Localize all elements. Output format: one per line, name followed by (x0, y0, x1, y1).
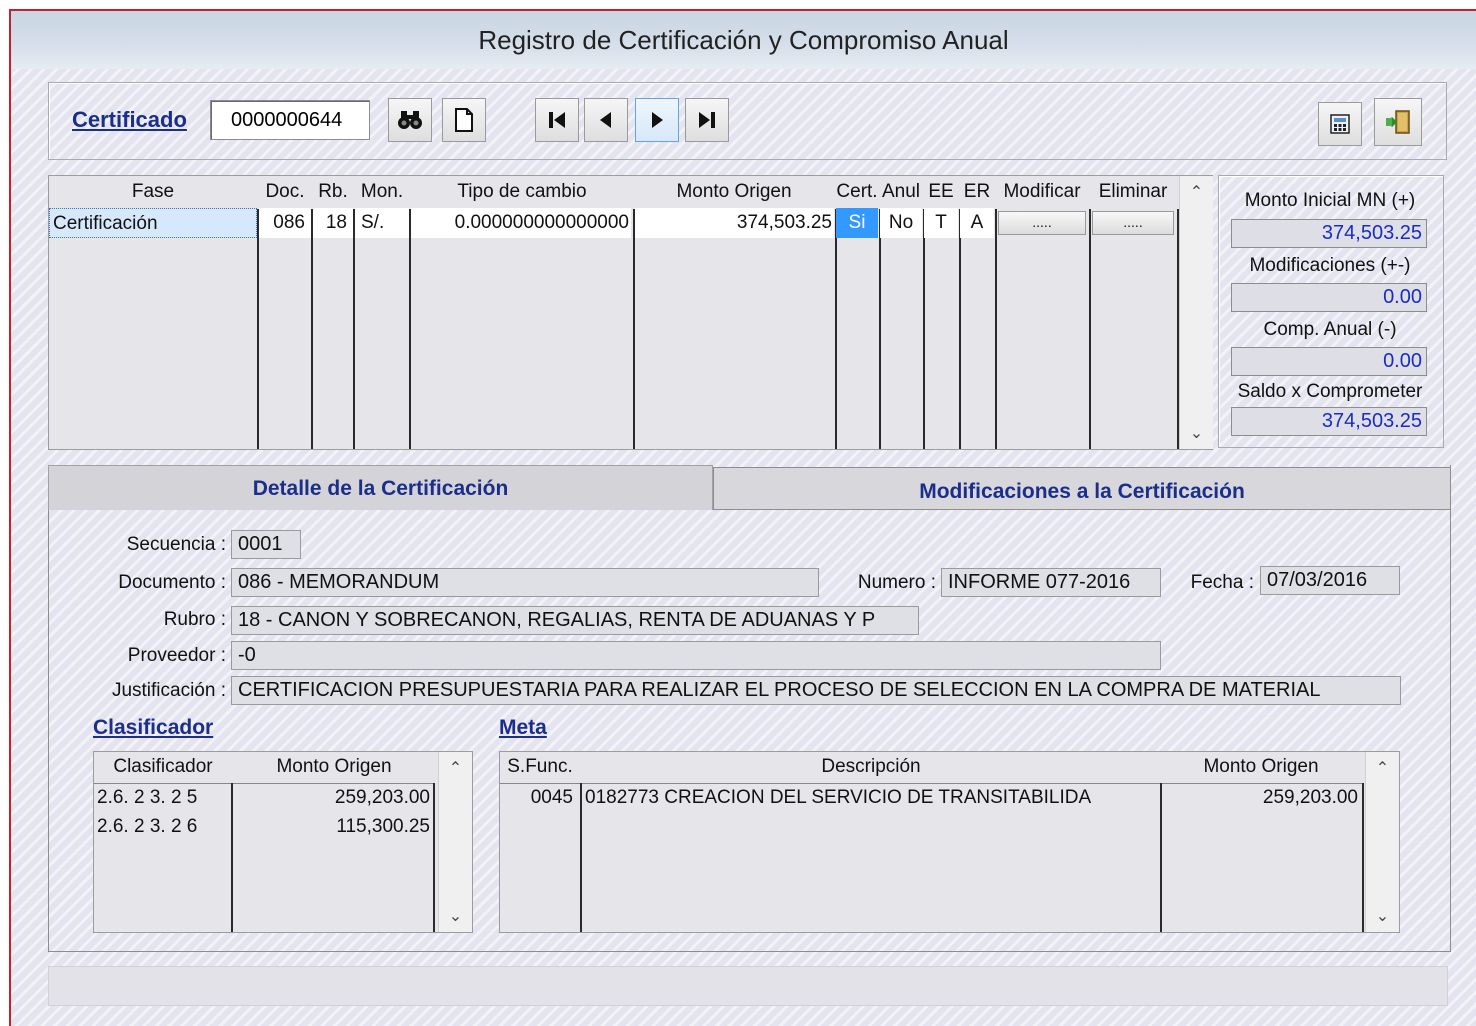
next-icon (652, 112, 663, 128)
scroll-up-icon[interactable]: ⌃ (1366, 758, 1399, 778)
cell-anul[interactable]: No (880, 208, 922, 238)
meta-grid: S.Func. Descripción Monto Origen ⌃ ⌄ (499, 751, 1400, 933)
secuencia-label: Secuencia : (126, 534, 226, 555)
proveedor-field[interactable]: -0 (231, 641, 1161, 670)
cell-tipo-cambio[interactable]: 0.000000000000000 (411, 208, 631, 238)
col-header-doc[interactable]: Doc. (257, 176, 313, 208)
new-document-button[interactable] (442, 98, 486, 142)
col-header-cert[interactable]: Cert. (835, 176, 879, 208)
window-title: Registro de Certificación y Compromiso A… (11, 11, 1476, 69)
documento-field[interactable]: 086 - MEMORANDUM (231, 568, 819, 597)
first-icon (549, 112, 565, 128)
meta-link[interactable]: Meta (499, 716, 547, 740)
meta-sfunc[interactable]: 0045 (503, 784, 573, 812)
scroll-down-icon[interactable]: ⌄ (1366, 906, 1399, 926)
cell-fase[interactable]: Certificación (49, 208, 257, 238)
clasificador-grid: Clasificador Monto Origen ⌃ ⌄ (93, 751, 473, 933)
cell-er[interactable]: A (960, 208, 994, 238)
clasificador-codigo[interactable]: 2.6. 2 3. 2 6 (97, 813, 197, 841)
clasificador-monto[interactable]: 259,203.00 (233, 784, 430, 812)
new-document-icon (455, 108, 473, 132)
col-header-monto-origen[interactable]: Monto Origen (234, 752, 434, 782)
first-record-button[interactable] (535, 98, 579, 142)
cell-monto-origen[interactable]: 374,503.25 (635, 208, 834, 238)
modificar-button[interactable]: ..... (998, 211, 1086, 235)
col-header-rb[interactable]: Rb. (313, 176, 353, 208)
rubro-label: Rubro : (163, 609, 226, 630)
col-header-fase[interactable]: Fase (49, 176, 257, 208)
numero-field[interactable]: INFORME 077-2016 (941, 568, 1161, 597)
last-record-button[interactable] (685, 98, 729, 142)
documento-label: Documento : (118, 572, 226, 593)
col-header-mon[interactable]: Mon. (353, 176, 411, 208)
tab-modificaciones[interactable]: Modificaciones a la Certificación (713, 467, 1451, 510)
clasificador-link[interactable]: Clasificador (93, 716, 213, 740)
exit-button[interactable] (1374, 98, 1422, 146)
col-header-monto-origen[interactable]: Monto Origen (633, 176, 835, 208)
rubro-field[interactable]: 18 - CANON Y SOBRECANON, REGALIAS, RENTA… (231, 606, 919, 635)
monto-inicial-value: 374,503.25 (1231, 219, 1427, 248)
col-header-clasificador[interactable]: Clasificador (94, 752, 232, 782)
search-button[interactable] (388, 98, 432, 142)
scroll-up-icon[interactable]: ⌃ (439, 758, 472, 778)
comp-anual-label: Comp. Anual (-) (1263, 319, 1397, 340)
binoculars-icon (398, 111, 422, 129)
col-header-descripcion[interactable]: Descripción (582, 752, 1160, 782)
col-header-monto-origen[interactable]: Monto Origen (1160, 752, 1362, 782)
cell-mon[interactable]: S/. (355, 208, 409, 238)
scroll-up-icon[interactable]: ⌃ (1180, 182, 1213, 202)
grid-scrollbar[interactable]: ⌃ ⌄ (1179, 176, 1213, 449)
meta-scrollbar[interactable]: ⌃ ⌄ (1365, 752, 1399, 932)
clasificador-codigo[interactable]: 2.6. 2 3. 2 5 (97, 784, 197, 812)
proveedor-label: Proveedor : (127, 645, 226, 666)
col-header-er[interactable]: ER (959, 176, 995, 208)
modificaciones-label: Modificaciones (+-) (1249, 255, 1411, 276)
exit-door-icon (1386, 110, 1410, 134)
next-record-button[interactable] (635, 98, 679, 142)
meta-monto[interactable]: 259,203.00 (1161, 784, 1358, 812)
justificacion-label: Justificación : (111, 680, 226, 701)
calculator-report-icon (1330, 114, 1350, 134)
scroll-down-icon[interactable]: ⌄ (1180, 423, 1213, 443)
col-header-modificar[interactable]: Modificar (995, 176, 1089, 208)
clasificador-scrollbar[interactable]: ⌃ ⌄ (438, 752, 472, 932)
comp-anual-value: 0.00 (1231, 347, 1427, 376)
clasificador-monto[interactable]: 115,300.25 (233, 813, 430, 841)
cell-doc[interactable]: 086 (259, 208, 311, 238)
last-icon (699, 112, 715, 128)
secuencia-field[interactable]: 0001 (231, 530, 301, 559)
certificado-link[interactable]: Certificado (72, 107, 187, 133)
previous-icon (600, 112, 611, 128)
fecha-field[interactable]: 07/03/2016 (1260, 566, 1400, 595)
col-header-tipo-cambio[interactable]: Tipo de cambio (411, 176, 633, 208)
cell-rb[interactable]: 18 (313, 208, 353, 238)
meta-descripcion[interactable]: 0182773 CREACION DEL SERVICIO DE TRANSIT… (585, 784, 1159, 812)
saldo-label: Saldo x Comprometer (1237, 381, 1423, 402)
previous-record-button[interactable] (584, 98, 628, 142)
fecha-label: Fecha : (1190, 572, 1254, 593)
status-bar (48, 966, 1448, 1006)
col-header-ee[interactable]: EE (923, 176, 959, 208)
certificado-input[interactable] (210, 100, 370, 140)
cell-ee[interactable]: T (924, 208, 958, 238)
col-header-anul[interactable]: Anul (879, 176, 923, 208)
eliminar-button[interactable]: ..... (1092, 211, 1174, 235)
saldo-value: 374,503.25 (1231, 407, 1427, 436)
monto-inicial-label: Monto Inicial MN (+) (1244, 190, 1416, 211)
numero-label: Numero : (857, 572, 936, 593)
cell-cert[interactable]: Si (836, 208, 878, 238)
col-header-sfunc[interactable]: S.Func. (500, 752, 580, 782)
report-button[interactable] (1318, 102, 1362, 146)
modificaciones-value: 0.00 (1231, 283, 1427, 312)
col-header-eliminar[interactable]: Eliminar (1089, 176, 1177, 208)
scroll-down-icon[interactable]: ⌄ (439, 906, 472, 926)
justificacion-field[interactable]: CERTIFICACION PRESUPUESTARIA PARA REALIZ… (231, 676, 1401, 705)
tab-detalle[interactable]: Detalle de la Certificación (48, 465, 713, 510)
